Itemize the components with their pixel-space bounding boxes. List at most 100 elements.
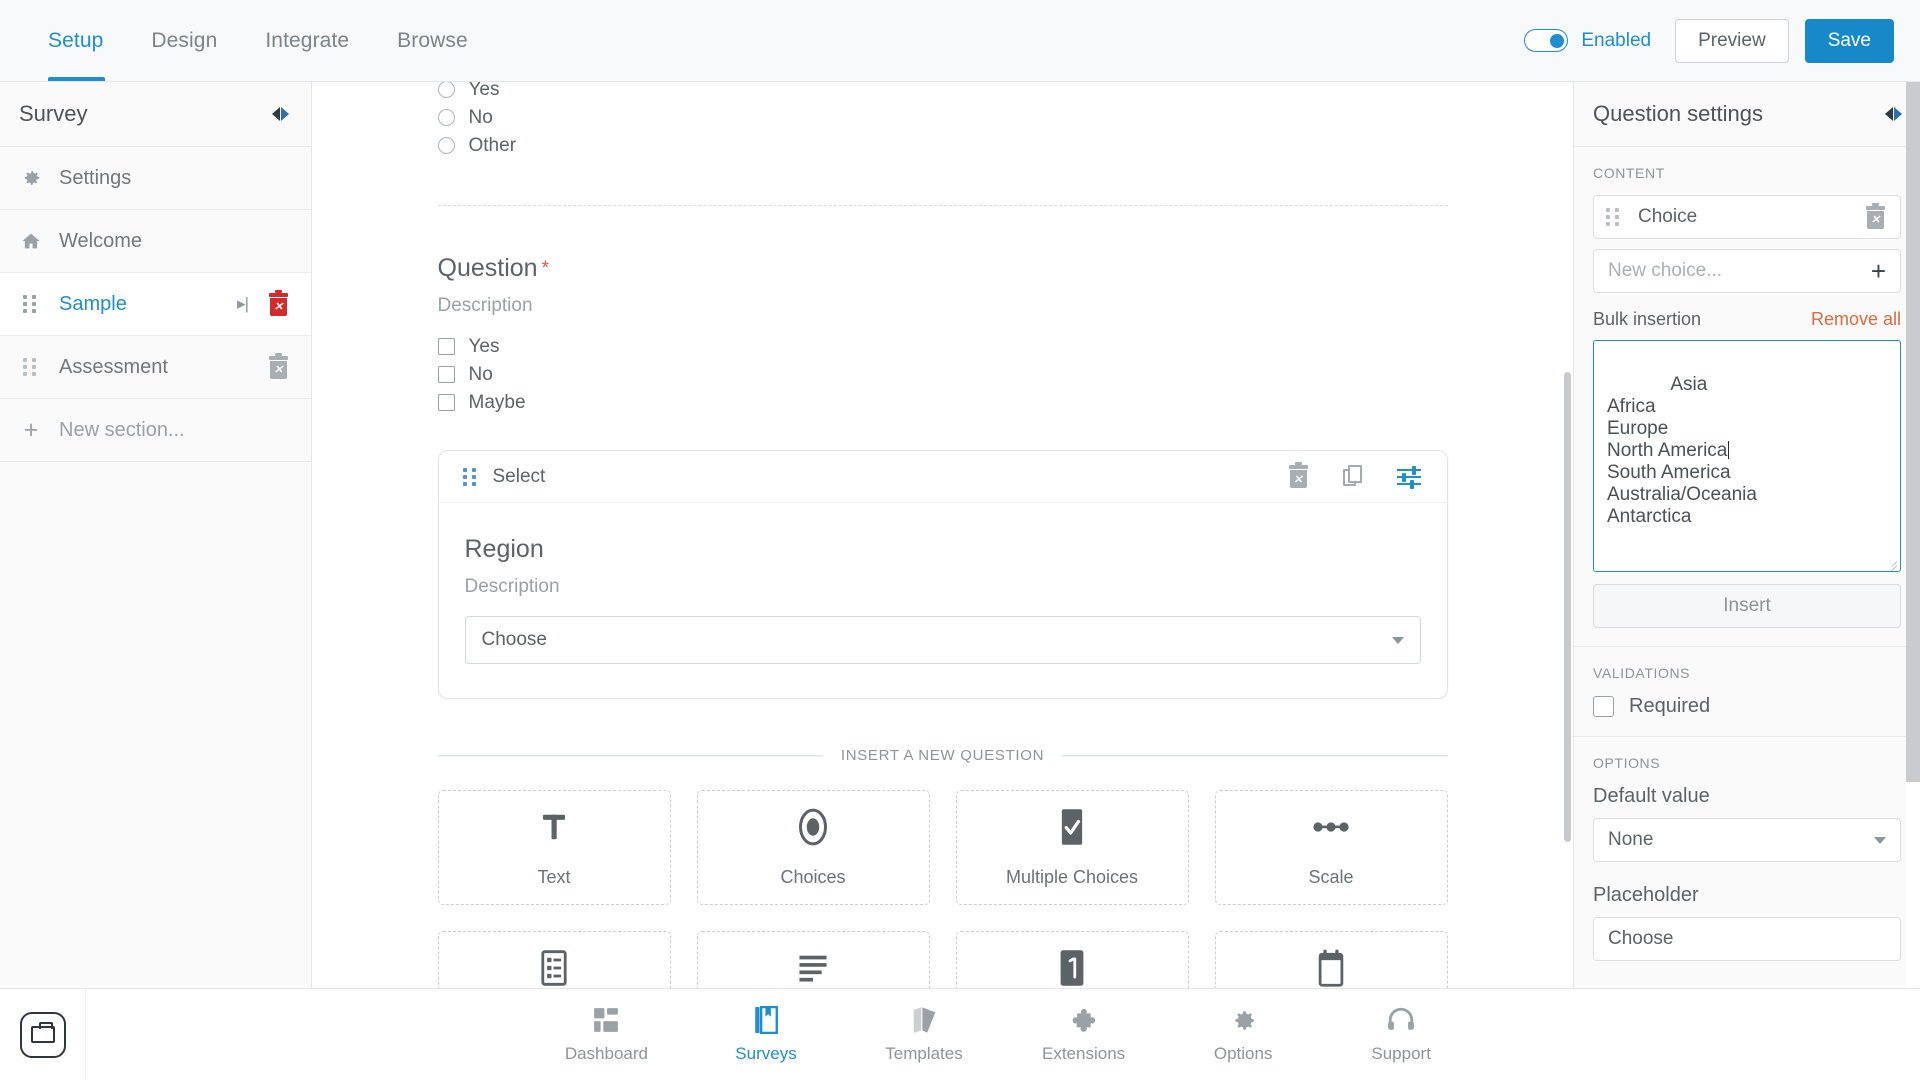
- remove-all-link[interactable]: Remove all: [1811, 309, 1901, 330]
- checkbox-check-icon: [1058, 807, 1086, 847]
- puzzle-icon: [1070, 1005, 1098, 1035]
- layers-icon: [910, 1005, 938, 1035]
- briefcase-icon[interactable]: [19, 1011, 66, 1058]
- selected-question-type-label: Select: [492, 465, 546, 487]
- selected-question-tools: ✕: [1288, 462, 1421, 489]
- tab-design[interactable]: Design: [127, 0, 241, 81]
- resize-grip-icon[interactable]: [1885, 556, 1898, 571]
- options-section-label: OPTIONS: [1593, 755, 1661, 771]
- radio-icon[interactable]: [437, 109, 455, 126]
- sidebar-item-assessment[interactable]: Assessment ✕: [0, 336, 311, 399]
- question-type-scale[interactable]: Scale: [1214, 790, 1448, 905]
- bottom-nav-templates[interactable]: Templates: [884, 1005, 964, 1064]
- add-choice-icon[interactable]: +: [1871, 258, 1886, 284]
- sidebar-item-sample[interactable]: Sample ▸| ✕: [0, 273, 311, 336]
- tab-setup[interactable]: Setup: [26, 0, 127, 81]
- selected-question-description[interactable]: Description: [465, 576, 1421, 598]
- question-type-choices[interactable]: Choices: [696, 790, 930, 905]
- bottom-nav-dashboard[interactable]: Dashboard: [565, 1005, 648, 1064]
- radio-option[interactable]: No: [437, 104, 1448, 131]
- question-settings-collapse-icon[interactable]: [1885, 107, 1902, 121]
- checkbox-option[interactable]: No: [437, 361, 1448, 388]
- radio-icon[interactable]: [437, 82, 455, 98]
- delete-choice-icon[interactable]: ✕: [1865, 202, 1886, 229]
- question-type-number[interactable]: Number: [955, 931, 1189, 988]
- paragraph-lines-icon: [797, 948, 829, 988]
- question-type-date[interactable]: Date: [1214, 931, 1448, 988]
- panel-scrollbar-thumb[interactable]: [1906, 82, 1920, 782]
- duplicate-question-icon[interactable]: [1342, 465, 1363, 488]
- survey-sheet: Yes No Other Question * Description Yes …: [437, 82, 1448, 988]
- checkbox-option[interactable]: Maybe: [437, 389, 1448, 416]
- question-type-multiple-choices[interactable]: Multiple Choices: [955, 790, 1189, 905]
- sidebar-collapse-icon[interactable]: [272, 107, 289, 121]
- sidebar-item-settings[interactable]: Settings: [0, 147, 311, 210]
- bottom-nav-support-label: Support: [1371, 1044, 1431, 1063]
- drag-handle-icon[interactable]: [1606, 208, 1622, 226]
- checkbox-icon[interactable]: [437, 338, 455, 355]
- question-type-paragraph[interactable]: Paragraph: [696, 931, 930, 988]
- required-checkbox[interactable]: [1593, 696, 1614, 717]
- drag-handle-icon[interactable]: [19, 358, 43, 376]
- region-select-input[interactable]: Choose: [464, 616, 1421, 664]
- question-type-choices-label: Choices: [780, 867, 846, 887]
- checkbox-icon[interactable]: [437, 366, 455, 383]
- settings-sliders-icon[interactable]: [1396, 465, 1421, 489]
- bottom-nav-surveys[interactable]: Surveys: [726, 1005, 806, 1064]
- bottom-nav-extensions[interactable]: Extensions: [1042, 1005, 1125, 1064]
- sidebar-item-welcome[interactable]: Welcome: [0, 210, 311, 273]
- tab-design-label: Design: [151, 28, 218, 52]
- drag-handle-icon[interactable]: [19, 295, 43, 313]
- sidebar-header: Survey: [0, 82, 311, 147]
- enabled-toggle[interactable]: [1524, 29, 1569, 52]
- question-type-multiple-choices-label: Multiple Choices: [1005, 867, 1139, 887]
- survey-canvas: Yes No Other Question * Description Yes …: [312, 82, 1573, 988]
- save-button[interactable]: Save: [1804, 18, 1894, 63]
- insert-button[interactable]: Insert: [1593, 584, 1901, 628]
- sidebar-item-sample-actions: ▸| ✕: [237, 289, 289, 316]
- tab-browse[interactable]: Browse: [373, 0, 492, 81]
- number-one-icon: [1059, 948, 1085, 988]
- bulk-insertion-row: Bulk insertion Remove all: [1593, 309, 1901, 330]
- jump-to-section-icon[interactable]: ▸|: [237, 294, 249, 314]
- checkbox-icon[interactable]: [437, 394, 455, 411]
- validations-section: VALIDATIONS Required: [1574, 647, 1920, 737]
- new-choice-placeholder: New choice...: [1608, 260, 1723, 281]
- drag-handle-icon[interactable]: [462, 467, 479, 486]
- survey-editor-app: Setup Design Integrate Browse Enabled Pr…: [0, 0, 1920, 1080]
- bottom-nav: Dashboard Surveys Templates Extensions O…: [86, 1005, 1920, 1064]
- preview-button[interactable]: Preview: [1675, 18, 1789, 63]
- choice-item-row[interactable]: Choice ✕: [1593, 195, 1901, 239]
- delete-question-icon[interactable]: ✕: [1288, 462, 1309, 488]
- required-checkbox-row[interactable]: Required: [1593, 695, 1901, 718]
- placeholder-input[interactable]: Choose: [1593, 917, 1901, 961]
- main-scrollbar-track[interactable]: [1561, 82, 1573, 988]
- scale-dots-icon: [1311, 807, 1351, 847]
- selected-question-toolbar: Select ✕: [438, 451, 1447, 503]
- bottom-nav-options[interactable]: Options: [1203, 1005, 1283, 1064]
- selected-question-card[interactable]: Select ✕ Region Description Choose: [437, 450, 1448, 699]
- radio-option-label: Yes: [468, 82, 500, 100]
- bottom-nav-extensions-label: Extensions: [1042, 1044, 1126, 1063]
- question-type-text[interactable]: Text: [437, 790, 671, 905]
- delete-section-icon[interactable]: ✕: [268, 289, 289, 316]
- bulk-insertion-textarea[interactable]: Asia Africa Europe North America South A…: [1593, 340, 1901, 572]
- radio-option[interactable]: Other: [437, 132, 1448, 159]
- bottom-nav-support[interactable]: Support: [1361, 1005, 1441, 1064]
- selected-question-title[interactable]: Region: [465, 535, 1421, 564]
- default-value-select[interactable]: None: [1593, 818, 1901, 862]
- radio-icon[interactable]: [437, 137, 455, 154]
- calendar-icon: [1317, 948, 1345, 988]
- top-bar: Setup Design Integrate Browse Enabled Pr…: [0, 0, 1920, 82]
- radio-option[interactable]: Yes: [437, 82, 1448, 103]
- main-scrollbar-thumb[interactable]: [1564, 372, 1571, 842]
- panel-scrollbar-track[interactable]: [1906, 82, 1920, 988]
- delete-section-icon[interactable]: ✕: [268, 352, 289, 379]
- checkbox-option[interactable]: Yes: [437, 333, 1448, 360]
- question-type-dropdown[interactable]: Dropdown: [437, 931, 671, 988]
- sidebar-item-new-section[interactable]: + New section...: [0, 399, 311, 462]
- text-t-icon: [539, 807, 569, 847]
- tab-integrate[interactable]: Integrate: [241, 0, 373, 81]
- new-choice-input[interactable]: New choice... +: [1593, 249, 1901, 293]
- insert-question-header: INSERT A NEW QUESTION: [437, 747, 1448, 764]
